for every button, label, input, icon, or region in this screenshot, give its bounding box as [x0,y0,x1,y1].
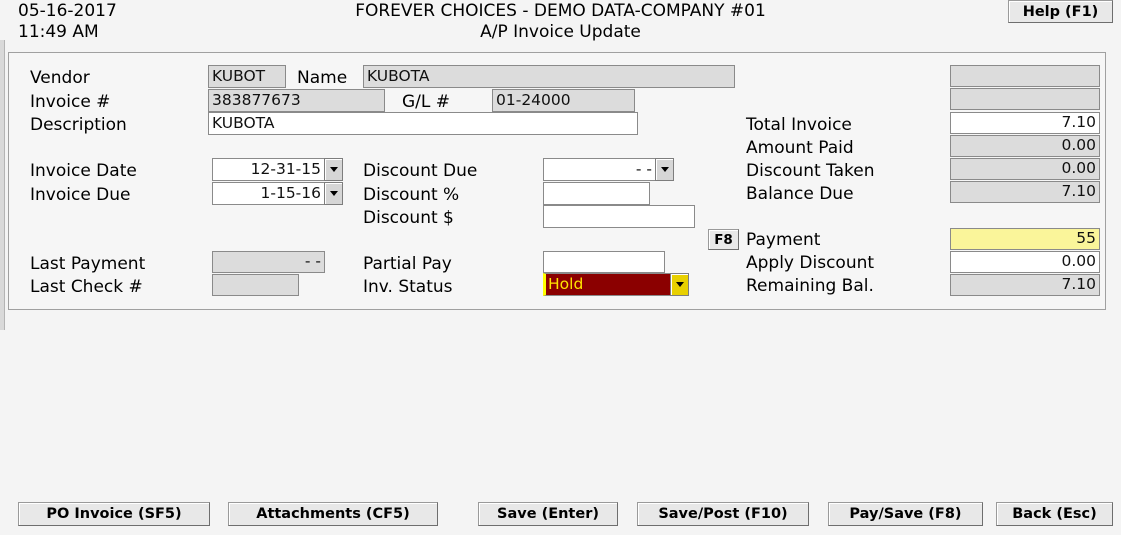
last-check-number-value [212,274,299,296]
invoice-date-input[interactable]: 12-31-15 [212,158,325,181]
help-button[interactable]: Help (F1) [1008,0,1113,23]
vendor-input[interactable]: KUBOT [208,65,286,88]
label-invoice-number: Invoice # [30,92,111,112]
discount-due-combo[interactable]: - - [543,158,674,181]
discount-due-input[interactable]: - - [543,158,656,181]
label-description: Description [30,115,127,135]
vendor-name-input[interactable]: KUBOTA [363,65,735,88]
page-title-screen: A/P Invoice Update [480,22,641,42]
label-payment: Payment [746,230,821,250]
label-invoice-due: Invoice Due [30,185,131,205]
label-last-check-number: Last Check # [30,277,143,297]
chevron-down-icon[interactable] [324,182,343,205]
invoice-status-combo[interactable]: Hold [543,273,689,296]
apply-discount-input[interactable]: 0.00 [950,251,1100,273]
payment-input[interactable]: 55 [950,228,1100,250]
save-post-button[interactable]: Save/Post (F10) [637,502,809,526]
summary-unlabeled-field-2 [950,88,1100,110]
label-discount-percent: Discount % [363,185,460,205]
page-title-company: FOREVER CHOICES - DEMO DATA-COMPANY #01 [355,1,766,21]
left-rail-divider [0,40,5,330]
discount-amount-input[interactable] [543,205,695,228]
remaining-balance-value: 7.10 [950,274,1100,296]
label-balance-due: Balance Due [746,184,854,204]
label-discount-due: Discount Due [363,161,478,181]
discount-taken-value: 0.00 [950,158,1100,180]
label-amount-paid: Amount Paid [746,138,854,158]
label-remaining-balance: Remaining Bal. [746,276,874,296]
total-invoice-input[interactable]: 7.10 [950,112,1100,134]
amount-paid-value: 0.00 [950,135,1100,157]
partial-pay-input[interactable] [543,251,665,273]
summary-unlabeled-field-1 [950,65,1100,87]
description-input[interactable]: KUBOTA [208,112,638,135]
invoice-status-input[interactable]: Hold [543,273,671,296]
label-name: Name [297,68,348,88]
discount-percent-input[interactable] [543,182,650,205]
chevron-down-icon[interactable] [670,273,689,296]
label-invoice-status: Inv. Status [363,277,453,297]
invoice-date-combo[interactable]: 12-31-15 [212,158,343,181]
gl-number-input[interactable]: 01-24000 [492,89,635,112]
balance-due-value: 7.10 [950,181,1100,203]
label-gl-number: G/L # [402,92,451,112]
invoice-number-input[interactable]: 383877673 [208,89,385,112]
pay-save-button[interactable]: Pay/Save (F8) [828,502,983,526]
label-total-invoice: Total Invoice [746,115,852,135]
label-partial-pay: Partial Pay [363,254,452,274]
label-discount-taken: Discount Taken [746,161,875,181]
attachments-button[interactable]: Attachments (CF5) [228,502,438,526]
label-vendor: Vendor [30,68,90,88]
save-button[interactable]: Save (Enter) [478,502,618,526]
invoice-due-input[interactable]: 1-15-16 [212,182,325,205]
chevron-down-icon[interactable] [655,158,674,181]
chevron-down-icon[interactable] [324,158,343,181]
label-invoice-date: Invoice Date [30,161,137,181]
label-apply-discount: Apply Discount [746,253,875,273]
label-discount-amount: Discount $ [363,208,454,228]
po-invoice-button[interactable]: PO Invoice (SF5) [18,502,210,526]
back-button[interactable]: Back (Esc) [996,502,1113,526]
invoice-due-combo[interactable]: 1-15-16 [212,182,343,205]
label-last-payment: Last Payment [30,254,146,274]
f8-shortcut-badge[interactable]: F8 [708,229,739,250]
last-payment-value: - - [212,251,325,273]
